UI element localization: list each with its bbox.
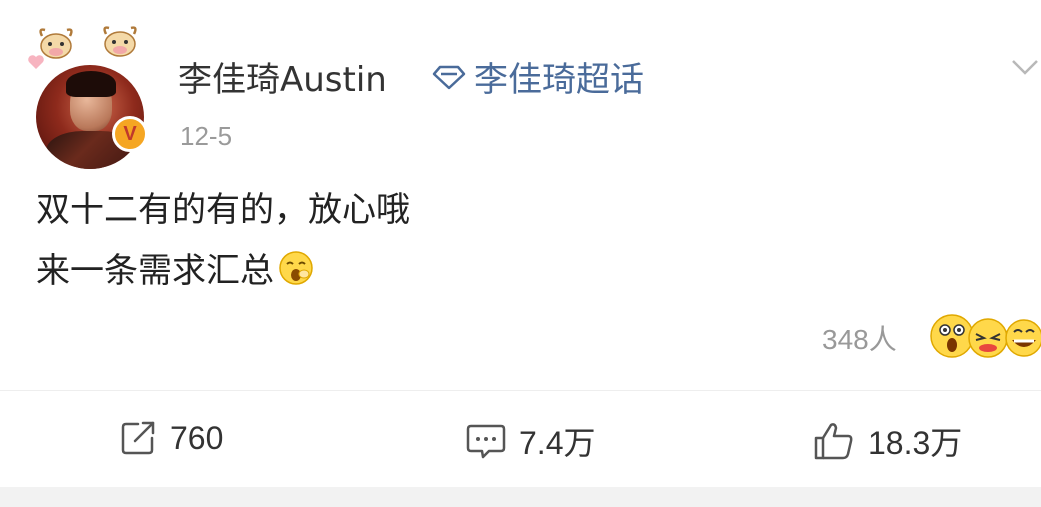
post-timestamp: 12-5 bbox=[180, 121, 233, 151]
post-content-text: 来一条需求汇总 bbox=[36, 251, 274, 291]
feed-separator bbox=[0, 487, 1041, 507]
post-content-line: 双十二有的有的，放心哦 bbox=[36, 190, 410, 230]
share-arrow-icon bbox=[121, 421, 155, 455]
comment-count: 7.4万 bbox=[519, 425, 596, 461]
chevron-down-icon[interactable] bbox=[1010, 52, 1040, 82]
like-button[interactable]: 18.3万 bbox=[812, 418, 962, 464]
post-content-line: 来一条需求汇总 bbox=[36, 243, 314, 292]
repost-button[interactable]: 760 bbox=[118, 418, 223, 458]
supertopic-label: 李佳琦超话 bbox=[474, 60, 644, 100]
reaction-emojis-icon[interactable] bbox=[928, 312, 1041, 360]
comment-bubble-icon bbox=[466, 424, 506, 459]
yawn-emoji-icon bbox=[279, 250, 313, 285]
avatar-with-frame[interactable]: V bbox=[24, 20, 154, 169]
supertopic-link[interactable]: 李佳琦超话 bbox=[432, 52, 644, 101]
reaction-count[interactable]: 348人 bbox=[822, 318, 897, 358]
ox-decoration-icon bbox=[103, 26, 137, 57]
username[interactable]: 李佳琦Austin bbox=[178, 52, 387, 101]
diamond-icon bbox=[432, 65, 466, 89]
repost-count: 760 bbox=[170, 419, 224, 456]
ox-decoration-icon bbox=[39, 28, 73, 59]
like-count: 18.3万 bbox=[868, 425, 963, 461]
verified-badge-icon: V bbox=[112, 116, 148, 152]
comment-button[interactable]: 7.4万 bbox=[465, 418, 596, 464]
thumbs-up-icon bbox=[814, 423, 853, 460]
divider bbox=[0, 390, 1041, 391]
weibo-post-card: V 李佳琦Austin 李佳琦超话 12-5 双十二有的有的，放心哦 来一条需求… bbox=[0, 0, 1041, 487]
